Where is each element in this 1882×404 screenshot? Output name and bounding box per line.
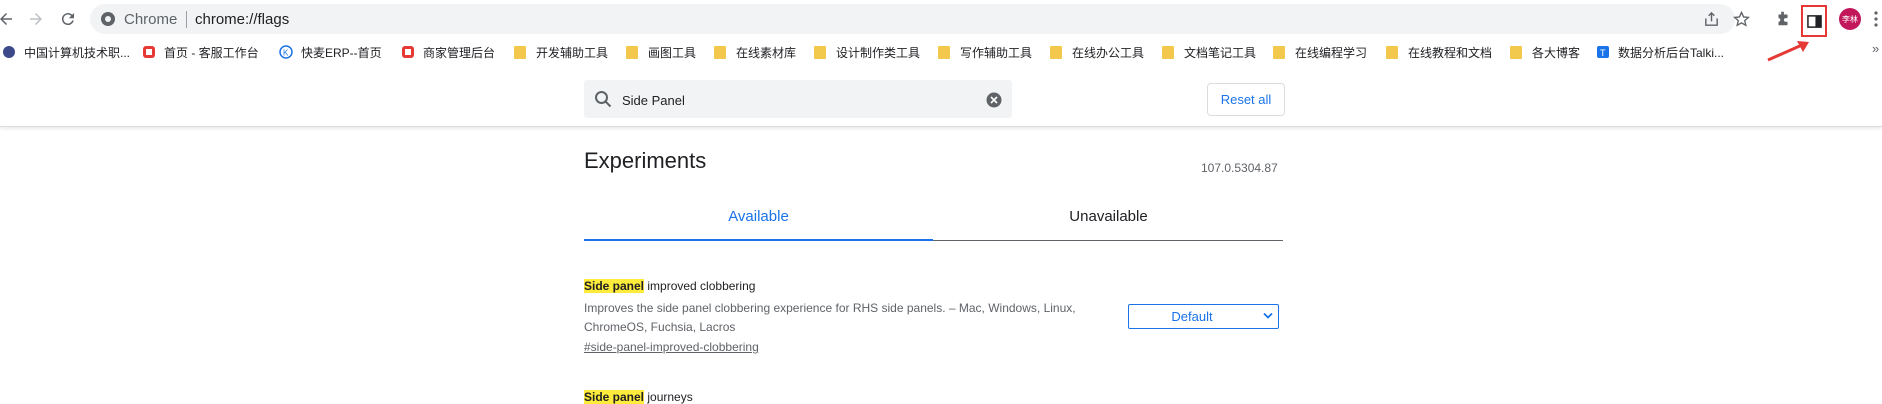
search-highlight: Side panel <box>584 279 645 293</box>
bookmark-label: 开发辅助工具 <box>536 45 609 60</box>
bookmark-item[interactable]: T 数据分析后台Talki... <box>1596 43 1724 61</box>
site-favicon-icon: K <box>279 45 293 59</box>
site-favicon-icon <box>143 46 155 58</box>
flag-title-text: journeys <box>644 390 693 404</box>
folder-icon <box>938 45 950 59</box>
flag-title: Side panel journeys <box>584 390 693 404</box>
bookmark-item[interactable]: K 快麦ERP--首页 <box>279 43 382 61</box>
site-favicon-icon <box>3 46 15 58</box>
avatar[interactable]: 李林 <box>1839 8 1861 30</box>
more-bookmarks-icon[interactable]: » <box>1872 41 1879 56</box>
side-panel-icon <box>1806 14 1822 28</box>
folder-icon <box>714 45 726 59</box>
folder-icon <box>814 45 826 59</box>
flag-description: Improves the side panel clobbering exper… <box>584 301 1076 334</box>
bookmarks-bar: 中国计算机技术职... 首页 - 客服工作台 K 快麦ERP--首页 商家管理后… <box>0 38 1882 66</box>
bookmark-label: 文档笔记工具 <box>1184 45 1257 60</box>
svg-text:K: K <box>283 49 289 58</box>
flags-search-header: Reset all <box>0 66 1882 127</box>
folder-icon <box>1386 45 1398 59</box>
bookmark-folder[interactable]: 在线办公工具 <box>1050 43 1144 61</box>
bookmark-item[interactable]: 首页 - 客服工作台 <box>142 43 259 61</box>
tab-unavailable[interactable]: Unavailable <box>934 208 1283 225</box>
bookmark-label: 在线素材库 <box>736 45 797 60</box>
reload-icon[interactable] <box>56 7 80 31</box>
tab-available[interactable]: Available <box>584 208 933 225</box>
site-favicon-icon: T <box>1597 46 1609 58</box>
search-input[interactable] <box>620 89 984 111</box>
bookmark-folder[interactable]: 画图工具 <box>626 43 696 61</box>
version-label: 107.0.5304.87 <box>1201 161 1278 175</box>
bookmark-label: 数据分析后台Talki... <box>1618 45 1725 60</box>
bookmark-folder[interactable]: 在线编程学习 <box>1273 43 1367 61</box>
folder-icon <box>1050 45 1062 59</box>
bookmark-label: 画图工具 <box>648 45 697 60</box>
bookmark-folder[interactable]: 设计制作类工具 <box>814 43 920 61</box>
search-highlight: Side panel <box>584 390 645 404</box>
back-icon[interactable] <box>0 7 18 31</box>
browser-toolbar: Chrome chrome://flags 李林 <box>0 0 1882 38</box>
menu-dots-icon[interactable] <box>1874 10 1882 28</box>
svg-text:T: T <box>1600 48 1606 58</box>
side-panel-button[interactable] <box>1801 5 1827 37</box>
bookmark-label: 各大博客 <box>1532 45 1581 60</box>
folder-icon <box>1162 45 1174 59</box>
forward-icon[interactable] <box>24 7 48 31</box>
flag-permalink[interactable]: #side-panel-improved-clobbering <box>584 340 759 354</box>
active-tab-indicator <box>584 239 933 241</box>
annotation-arrow <box>1767 41 1809 62</box>
bookmark-label: 快麦ERP--首页 <box>301 45 382 60</box>
reset-all-button[interactable]: Reset all <box>1207 83 1285 116</box>
bookmark-label: 写作辅助工具 <box>960 45 1033 60</box>
bookmark-folder[interactable]: 在线素材库 <box>714 43 796 61</box>
chevron-down-icon <box>1263 312 1273 319</box>
bookmark-folder[interactable]: 在线教程和文档 <box>1386 43 1492 61</box>
share-icon[interactable] <box>1703 11 1720 28</box>
bookmark-label: 中国计算机技术职... <box>24 45 131 60</box>
bookmark-label: 在线编程学习 <box>1295 45 1368 60</box>
bookmark-label: 商家管理后台 <box>423 45 496 60</box>
bookmark-label: 首页 - 客服工作台 <box>164 45 259 60</box>
bookmark-folder[interactable]: 文档笔记工具 <box>1162 43 1256 61</box>
chrome-icon <box>101 12 115 26</box>
folder-icon <box>1510 45 1522 59</box>
folder-icon <box>626 45 638 59</box>
folder-icon <box>514 45 526 59</box>
address-bar[interactable]: Chrome chrome://flags <box>90 4 1750 34</box>
page-title: Experiments <box>584 148 707 173</box>
flag-state-select[interactable]: Default <box>1128 304 1279 329</box>
extensions-icon[interactable] <box>1773 9 1793 29</box>
flag-title: Side panel improved clobbering <box>584 279 755 293</box>
flag-title-text: improved clobbering <box>644 279 756 293</box>
bookmark-label: 在线办公工具 <box>1072 45 1145 60</box>
site-favicon-icon <box>402 46 414 58</box>
tab-divider <box>933 240 1283 241</box>
bookmark-label: 在线教程和文档 <box>1408 45 1493 60</box>
bookmark-label: 设计制作类工具 <box>836 45 921 60</box>
bookmark-item[interactable]: 中国计算机技术职... <box>2 43 130 61</box>
bookmark-folder[interactable]: 各大博客 <box>1510 43 1580 61</box>
select-value: Default <box>1171 309 1213 324</box>
site-label: Chrome <box>124 11 178 28</box>
folder-icon <box>1273 45 1285 59</box>
bookmark-folder[interactable]: 写作辅助工具 <box>938 43 1032 61</box>
bookmark-folder[interactable]: 开发辅助工具 <box>514 43 608 61</box>
search-box[interactable] <box>584 80 1012 118</box>
search-icon <box>595 91 612 108</box>
omnibox-divider <box>186 11 187 28</box>
url-text[interactable]: chrome://flags <box>195 11 289 28</box>
bookmark-item[interactable]: 商家管理后台 <box>401 43 495 61</box>
bookmark-star-icon[interactable] <box>1733 11 1750 28</box>
clear-search-icon[interactable] <box>986 92 1002 108</box>
